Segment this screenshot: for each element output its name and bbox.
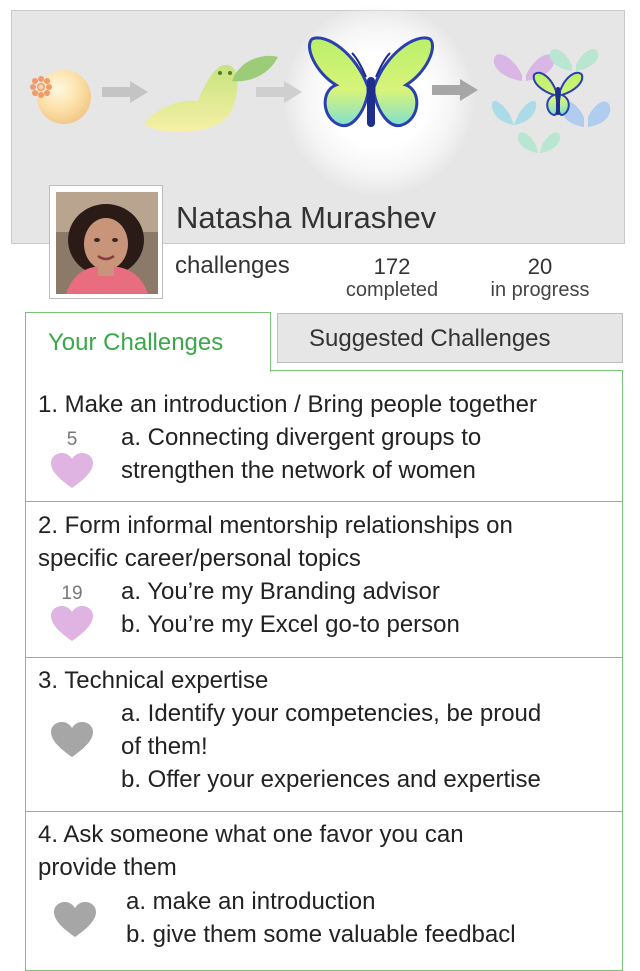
challenge-item: a. Connecting divergent groups to [121,424,482,451]
challenge-title: 4. Ask someone what one favor you can [38,821,464,848]
in-progress-stat: 20 in progress [478,254,602,302]
challenge-title: 3. Technical expertise [38,667,269,694]
challenge-title: provide them [38,854,177,881]
challenge-item: a. You’re my Branding advisor [121,578,440,605]
completed-count: 172 [373,254,411,279]
arrow-right-icon [432,79,478,101]
challenge-item: strengthen the network of women [121,457,476,484]
profile-photo [56,192,158,294]
challenge-item: b. You’re my Excel go-to person [121,611,460,638]
challenge-item: b. Offer your experiences and expertise [121,766,541,793]
in-progress-label: in progress [490,279,590,301]
butterfly-swarm-icon [492,49,611,153]
challenge-card[interactable]: 1. Make an introduction / Bring people t… [25,370,623,502]
tab-label: Suggested Challenges [309,325,551,352]
challenge-item: a. make an introduction [126,888,376,915]
challenge-card[interactable]: 4. Ask someone what one favor you can pr… [25,811,623,971]
heart-icon[interactable] [51,722,93,758]
profile-name: Natasha Murashev [176,200,437,235]
avatar[interactable] [49,185,163,299]
challenge-card[interactable]: 2. Form informal mentorship relationship… [25,501,623,658]
like-count: 19 [61,583,83,604]
challenge-item: b. give them some valuable feedbacl [126,921,516,948]
challenge-card[interactable]: 3. Technical expertise a. Identify your … [25,657,623,812]
challenge-title: 1. Make an introduction / Bring people t… [38,391,537,418]
challenge-title: specific career/personal topics [38,545,361,572]
heart-icon[interactable] [51,453,93,489]
in-progress-count: 20 [527,254,553,279]
challenge-title: 2. Form informal mentorship relationship… [38,512,513,539]
tab-label: Your Challenges [48,329,224,356]
completed-stat: 172 completed [334,254,450,302]
challenge-item: of them! [121,733,208,760]
like-count: 5 [66,429,78,450]
egg-icon [30,70,91,124]
challenge-item: a. Identify your competencies, be proud [121,700,542,727]
challenges-label: challenges [175,252,290,279]
heart-icon[interactable] [54,902,96,938]
tab-your-challenges[interactable]: Your Challenges [25,312,271,372]
heart-icon[interactable] [51,606,93,642]
butterfly-icon [308,36,434,128]
arrow-right-icon [256,81,302,103]
tab-suggested-challenges[interactable]: Suggested Challenges [277,313,623,363]
completed-label: completed [345,279,439,301]
